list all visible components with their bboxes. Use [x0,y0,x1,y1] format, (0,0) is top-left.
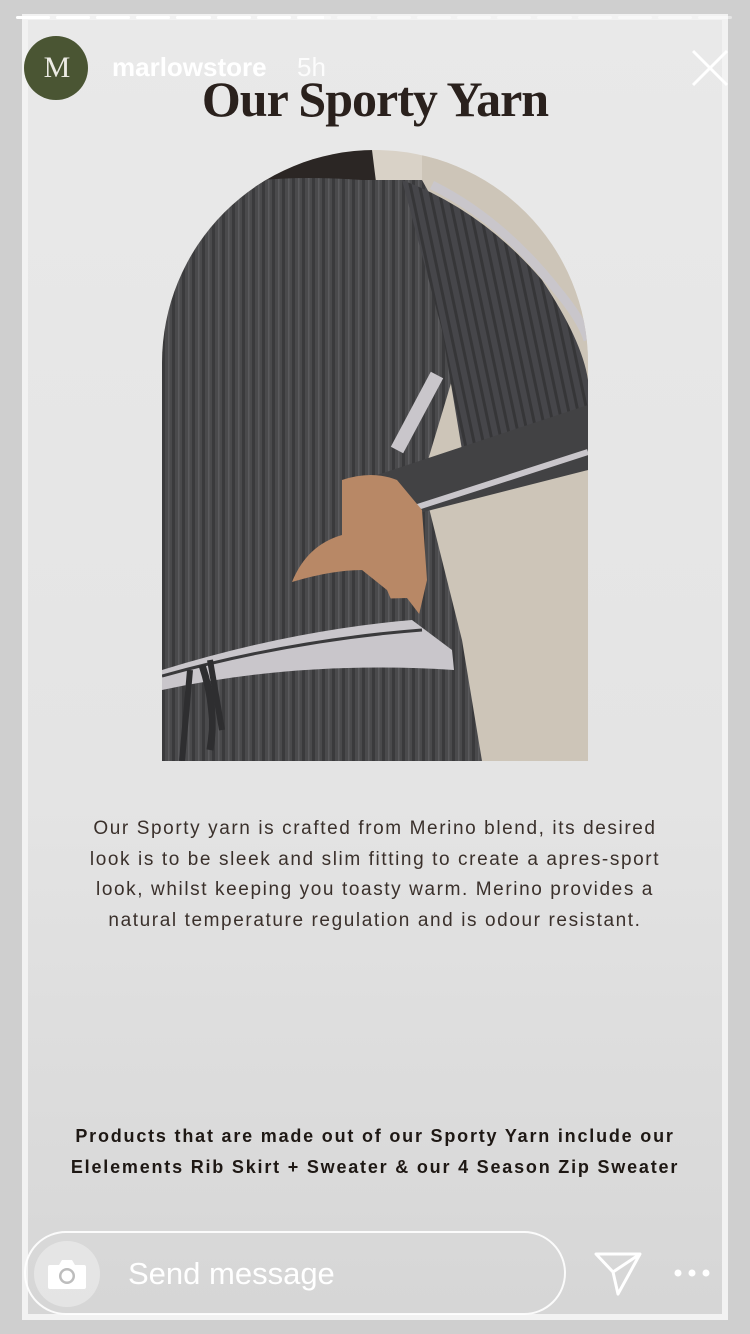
product-photo [162,150,588,761]
story-progress-segment [16,16,51,19]
story-progress-segment [417,16,452,19]
post-headline: Our Sporty Yarn [201,71,549,127]
story-progress-segment [136,16,171,19]
send-icon [594,1252,642,1296]
story-progress-segment [56,16,91,19]
story-progress-segment [617,16,652,19]
story-progress-segment [457,16,492,19]
story-progress-segment [657,16,692,19]
story-progress-bar [16,16,732,20]
story-progress-segment [216,16,251,19]
share-button[interactable] [594,1250,642,1296]
camera-icon [48,1260,86,1289]
more-icon [674,1269,710,1277]
story-progress-segment [296,16,331,19]
story-progress-segment [376,16,412,19]
send-message-input[interactable] [128,1250,548,1298]
products-note: Products that are made out of our Sporty… [70,1126,680,1177]
story-progress-segment [497,16,532,19]
story-progress-segment [697,16,732,19]
story-progress-segment [256,16,291,19]
post-body: Our Sporty yarn is crafted from Merino b… [89,818,661,931]
story-progress-segment [96,16,131,19]
more-options-button[interactable] [670,1258,714,1288]
story-progress-segment [176,16,211,19]
camera-button[interactable] [34,1241,100,1307]
story-progress-segment [577,16,612,19]
story-progress-segment [537,16,572,19]
story-progress-segment [336,16,371,19]
